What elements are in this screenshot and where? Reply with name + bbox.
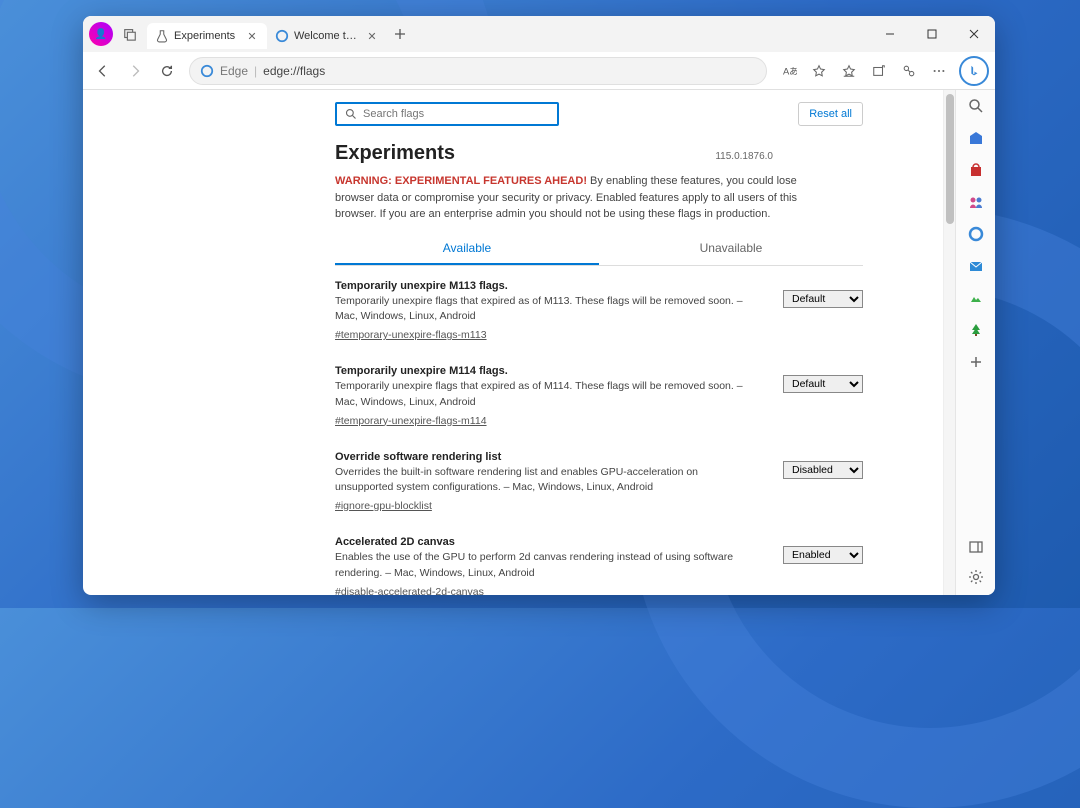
tab-welcome[interactable]: Welcome to Microsoft Edge Can ✕ [267,23,387,49]
search-icon [345,108,357,120]
flag-state-select[interactable]: DefaultEnabledDisabled [783,461,863,479]
tab-title: Welcome to Microsoft Edge Can [294,30,360,42]
back-button[interactable] [89,57,117,85]
titlebar: 👤 Experiments ✕ Welcome to Microsoft Edg… [83,16,995,52]
page-title: Experiments [335,142,455,165]
collections-button[interactable] [865,57,893,85]
refresh-button[interactable] [153,57,181,85]
tab-available[interactable]: Available [335,233,599,265]
flag-description: Overrides the built-in software renderin… [335,465,759,497]
flag-state-select[interactable]: DefaultEnabledDisabled [783,546,863,564]
tab-unavailable[interactable]: Unavailable [599,233,863,265]
warning-text: WARNING: EXPERIMENTAL FEATURES AHEAD! By… [335,173,863,223]
flag-row: Temporarily unexpire M114 flags. Temporar… [335,365,863,429]
sidebar-spiral-icon[interactable] [966,224,986,244]
tabs-nav: Available Unavailable [335,233,863,266]
tab-experiments[interactable]: Experiments ✕ [147,23,267,49]
sidebar-image-icon[interactable] [966,288,986,308]
tab-strip: Experiments ✕ Welcome to Microsoft Edge … [147,19,413,49]
flag-title: Override software rendering list [335,451,759,463]
svg-text:Aあ: Aあ [782,66,796,76]
maximize-button[interactable] [911,18,953,50]
address-app: Edge [220,64,248,78]
sidebar-people-icon[interactable] [966,192,986,212]
tab-title: Experiments [174,30,240,42]
edge-logo-icon [200,64,214,78]
sidebar-settings-button[interactable] [966,567,986,587]
flags-search-box[interactable] [335,102,559,126]
flag-description: Temporarily unexpire flags that expired … [335,379,759,411]
sidebar-tree-icon[interactable] [966,320,986,340]
flag-row: Accelerated 2D canvas Enables the use of … [335,536,863,595]
address-bar[interactable]: Edge | edge://flags [189,57,767,85]
sidebar-mail-icon[interactable] [966,256,986,276]
tab-close-button[interactable]: ✕ [245,29,259,43]
tab-actions-button[interactable] [117,21,143,47]
version-label: 115.0.1876.0 [715,151,773,162]
window-controls [869,18,995,50]
tab-close-button[interactable]: ✕ [365,29,379,43]
browser-window: 👤 Experiments ✕ Welcome to Microsoft Edg… [83,16,995,595]
flags-search-input[interactable] [363,108,549,120]
flag-state-select[interactable]: DefaultEnabledDisabled [783,290,863,308]
flags-list: Temporarily unexpire M113 flags. Temporar… [335,266,863,596]
profile-avatar[interactable]: 👤 [89,22,113,46]
favorites-bar-button[interactable] [835,57,863,85]
flag-state-select[interactable]: DefaultEnabledDisabled [783,375,863,393]
address-separator: | [254,64,257,78]
edge-icon [275,29,289,43]
flag-anchor-link[interactable]: #ignore-gpu-blocklist [335,500,432,512]
scrollbar-thumb[interactable] [946,94,954,224]
favorite-button[interactable] [805,57,833,85]
close-button[interactable] [953,18,995,50]
flag-anchor-link[interactable]: #temporary-unexpire-flags-m114 [335,415,487,427]
sidebar [955,90,995,595]
flag-row: Temporarily unexpire M113 flags. Temporar… [335,280,863,344]
new-tab-button[interactable] [387,19,413,49]
minimize-button[interactable] [869,18,911,50]
flag-title: Temporarily unexpire M113 flags. [335,280,759,292]
forward-button[interactable] [121,57,149,85]
page-content: Reset all Experiments 115.0.1876.0 WARNI… [83,90,943,595]
sidebar-tag-icon[interactable] [966,128,986,148]
address-path: edge://flags [263,64,325,78]
sidebar-add-button[interactable] [966,352,986,372]
flag-anchor-link[interactable]: #temporary-unexpire-flags-m113 [335,329,487,341]
flag-row: Override software rendering list Override… [335,451,863,515]
sidebar-search-icon[interactable] [966,96,986,116]
sidebar-shopping-icon[interactable] [966,160,986,180]
flag-description: Enables the use of the GPU to perform 2d… [335,550,759,582]
warning-label: WARNING: EXPERIMENTAL FEATURES AHEAD! [335,175,587,187]
extensions-button[interactable] [895,57,923,85]
flag-description: Temporarily unexpire flags that expired … [335,294,759,326]
flag-title: Accelerated 2D canvas [335,536,759,548]
scrollbar[interactable] [943,90,955,595]
sidebar-panel-button[interactable] [966,537,986,557]
bing-button[interactable] [959,56,989,86]
read-aloud-button[interactable]: Aあ [775,57,803,85]
flag-title: Temporarily unexpire M114 flags. [335,365,759,377]
flag-anchor-link[interactable]: #disable-accelerated-2d-canvas [335,586,484,596]
reset-all-button[interactable]: Reset all [798,102,863,126]
flask-icon [155,29,169,43]
toolbar: Edge | edge://flags Aあ [83,52,995,90]
menu-button[interactable] [925,57,953,85]
